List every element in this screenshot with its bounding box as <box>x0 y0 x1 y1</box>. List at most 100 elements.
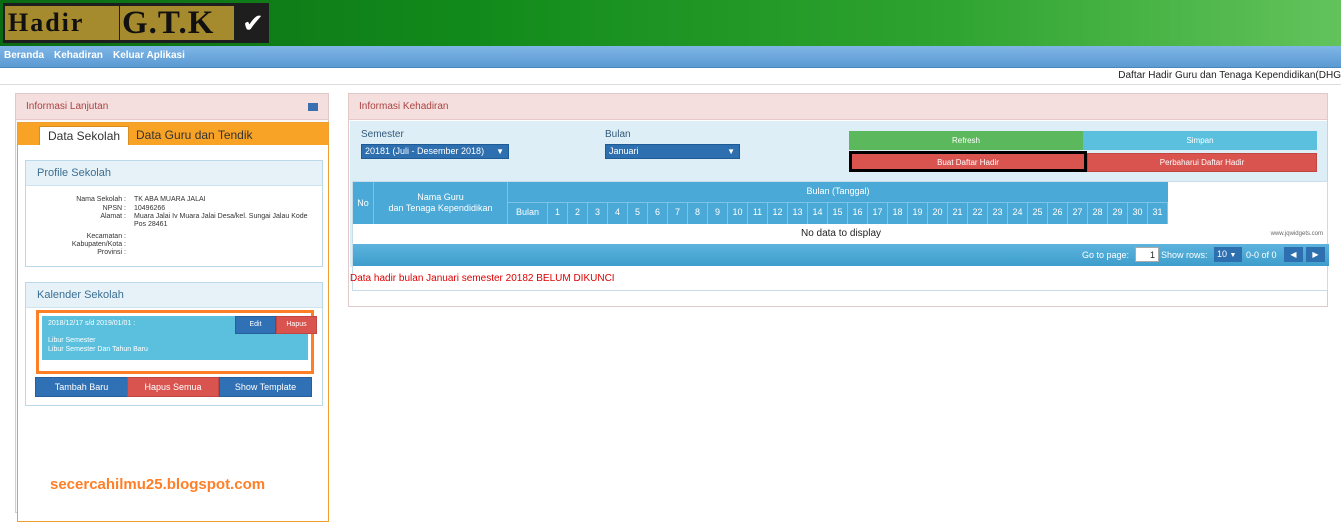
col-day[interactable]: 1 <box>548 203 568 224</box>
app-logo: Hadir G.T.K ✔ <box>3 3 269 43</box>
lock-warning: Data hadir bulan Januari semester 20182 … <box>350 273 615 284</box>
profile-row: Kecamatan : <box>26 233 324 241</box>
col-day[interactable]: 6 <box>648 203 668 224</box>
rows-select[interactable]: 10 ▼ <box>1214 247 1242 262</box>
col-day[interactable]: 17 <box>868 203 888 224</box>
profile-row: Provinsi : <box>26 249 324 257</box>
profile-key: Provinsi : <box>97 249 126 256</box>
day-columns: Bulan 1 2 3 4 5 6 7 8 9 10 11 12 13 14 15 16 17 18 19 20 21 22… <box>508 203 1168 224</box>
col-day[interactable]: 19 <box>908 203 928 224</box>
rows-value: 10 <box>1217 249 1228 259</box>
refresh-button[interactable]: Refresh <box>849 131 1083 150</box>
show-rows-label: Show rows: <box>1161 250 1208 260</box>
next-page-icon[interactable]: ▶ <box>1306 247 1325 262</box>
col-day[interactable]: 18 <box>888 203 908 224</box>
col-day[interactable]: 10 <box>728 203 748 224</box>
kalender-sekolah-box: Kalender Sekolah 2018/12/17 s/d 2019/01/… <box>25 282 323 406</box>
kalender-event[interactable]: 2018/12/17 s/d 2019/01/01 : Libur Semest… <box>42 316 317 360</box>
col-day[interactable]: 29 <box>1108 203 1128 224</box>
panel-header: Informasi Lanjutan <box>16 94 328 120</box>
col-day[interactable]: 13 <box>788 203 808 224</box>
semester-select[interactable]: 20181 (Juli - Desember 2018) ▼ <box>361 144 509 159</box>
profile-row: Alamat : Muara Jalai Iv Muara Jalai Desa… <box>26 213 324 231</box>
col-day[interactable]: 14 <box>808 203 828 224</box>
prev-page-icon[interactable]: ◀ <box>1284 247 1303 262</box>
goto-label: Go to page: <box>1082 250 1130 260</box>
buat-daftar-hadir-button[interactable]: Buat Daftar Hadir <box>849 151 1087 172</box>
col-day[interactable]: 24 <box>1008 203 1028 224</box>
profile-row: NPSN : 10496266 <box>26 205 324 213</box>
profile-key: Kabupaten/Kota : <box>71 241 126 248</box>
perbaharui-daftar-hadir-button[interactable]: Perbaharui Daftar Hadir <box>1087 153 1317 172</box>
col-group-bulan: Bulan (Tanggal) <box>508 182 1168 203</box>
event-date: 2018/12/17 s/d 2019/01/01 : <box>48 320 136 327</box>
col-no[interactable]: No <box>353 182 374 224</box>
col-day[interactable]: 5 <box>628 203 648 224</box>
col-bulan[interactable]: Bulan <box>508 203 548 224</box>
col-day[interactable]: 7 <box>668 203 688 224</box>
nav-kehadiran[interactable]: Kehadiran <box>54 50 103 61</box>
profile-key: Alamat : <box>100 213 126 220</box>
hapus-button[interactable]: Hapus <box>276 316 317 334</box>
tab-data-guru[interactable]: Data Guru dan Tendik <box>128 126 261 145</box>
col-day[interactable]: 8 <box>688 203 708 224</box>
chevron-down-icon: ▼ <box>727 147 735 156</box>
panel-title: Informasi Kehadiran <box>359 101 449 112</box>
show-template-button[interactable]: Show Template <box>219 377 312 397</box>
tab-bar: Data Sekolah Data Guru dan Tendik <box>18 123 328 145</box>
bulan-select[interactable]: Januari ▼ <box>605 144 740 159</box>
profile-key: Nama Sekolah : <box>76 196 126 203</box>
profile-key: Kecamatan : <box>86 233 126 240</box>
hapus-semua-button[interactable]: Hapus Semua <box>127 377 219 397</box>
form-area: Semester 20181 (Juli - Desember 2018) ▼ … <box>350 121 1329 291</box>
col-day[interactable]: 15 <box>828 203 848 224</box>
col-day[interactable]: 23 <box>988 203 1008 224</box>
blog-watermark: secercahilmu25.blogspot.com <box>50 476 266 493</box>
simpan-button[interactable]: Simpan <box>1083 131 1317 150</box>
col-day[interactable]: 16 <box>848 203 868 224</box>
profile-value: Muara Jalai Iv Muara Jalai Desa/kel. Sun… <box>134 213 308 228</box>
col-day[interactable]: 30 <box>1128 203 1148 224</box>
header-bar: Hadir G.T.K ✔ <box>0 0 1341 46</box>
profile-row: Kabupaten/Kota : <box>26 241 324 249</box>
col-day[interactable]: 26 <box>1048 203 1068 224</box>
event-name: Libur Semester <box>48 337 96 344</box>
col-day[interactable]: 25 <box>1028 203 1048 224</box>
semester-label: Semester <box>361 129 404 140</box>
kalender-event-highlight: 2018/12/17 s/d 2019/01/01 : Libur Semest… <box>36 310 317 374</box>
col-day[interactable]: 9 <box>708 203 728 224</box>
grid-pager: Go to page: 1 Show rows: 10 ▼ 0-0 of 0 ◀… <box>353 244 1329 266</box>
col-day[interactable]: 11 <box>748 203 768 224</box>
chevron-down-icon: ▼ <box>496 147 504 156</box>
col-day[interactable]: 12 <box>768 203 788 224</box>
page-input[interactable]: 1 <box>1135 247 1159 262</box>
profile-value: TK ABA MUARA JALAI <box>134 196 206 203</box>
nav-beranda[interactable]: Beranda <box>4 50 44 61</box>
col-day[interactable]: 20 <box>928 203 948 224</box>
profile-title: Profile Sekolah <box>26 161 322 186</box>
informasi-kehadiran-panel: Informasi Kehadiran Semester 20181 (Juli… <box>348 93 1329 307</box>
event-description: Libur Semester Dan Tahun Baru <box>48 346 148 353</box>
nav-keluar-aplikasi[interactable]: Keluar Aplikasi <box>113 50 185 61</box>
panel-header: Informasi Kehadiran <box>349 94 1327 120</box>
tab-data-sekolah[interactable]: Data Sekolah <box>39 126 130 145</box>
col-nama-line1: Nama Guru <box>417 192 464 202</box>
tambah-baru-button[interactable]: Tambah Baru <box>35 377 128 397</box>
divider <box>0 84 1341 85</box>
checkmark-icon: ✔ <box>242 8 264 38</box>
col-day[interactable]: 28 <box>1088 203 1108 224</box>
col-day[interactable]: 27 <box>1068 203 1088 224</box>
logo-gtk-text: G.T.K <box>120 6 234 40</box>
bulan-value: Januari <box>609 146 639 156</box>
col-day[interactable]: 22 <box>968 203 988 224</box>
col-day[interactable]: 3 <box>588 203 608 224</box>
range-text: 0-0 of 0 <box>1246 250 1277 260</box>
col-day[interactable]: 21 <box>948 203 968 224</box>
kalender-title: Kalender Sekolah <box>26 283 322 308</box>
edit-button[interactable]: Edit <box>235 316 276 334</box>
col-day[interactable]: 4 <box>608 203 628 224</box>
col-day[interactable]: 2 <box>568 203 588 224</box>
profile-sekolah-box: Profile Sekolah Nama Sekolah : TK ABA MU… <box>25 160 323 267</box>
col-day[interactable]: 31 <box>1148 203 1168 224</box>
menu-icon[interactable] <box>308 103 318 111</box>
